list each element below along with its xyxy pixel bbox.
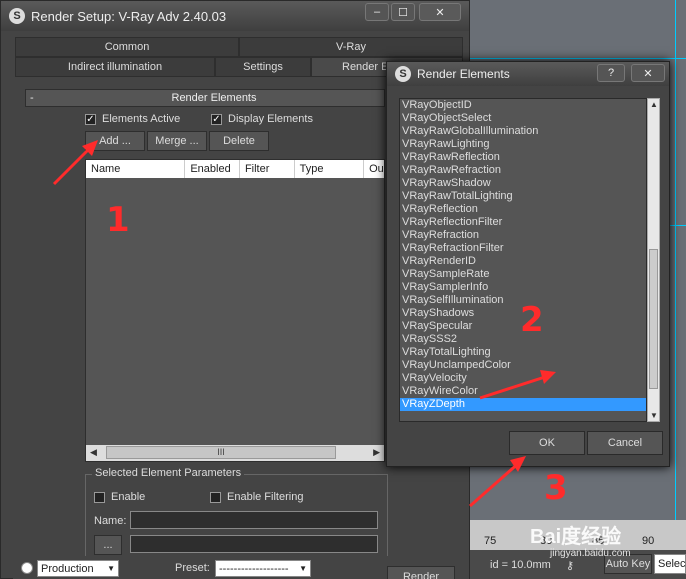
grid-size-readout: id = 10.0mm <box>490 559 551 571</box>
delete-button[interactable]: Delete <box>209 131 269 151</box>
list-item[interactable]: VRayVelocity <box>400 372 646 385</box>
preset-label: Preset: <box>175 562 210 574</box>
list-item[interactable]: VRayUnclampedColor <box>400 359 646 372</box>
enable-checkbox[interactable]: Enable <box>94 491 145 503</box>
render-bottom-bar: Production ▼ Preset: -------------------… <box>13 556 469 579</box>
key-icon: ⚷ <box>566 560 575 572</box>
chevron-down-icon: ▼ <box>299 564 307 573</box>
display-elements-checkbox[interactable]: ✓ Display Elements <box>211 113 313 125</box>
scroll-up-icon[interactable]: ▲ <box>650 100 658 109</box>
name-label: Name: <box>94 515 127 527</box>
dialog-titlebar[interactable]: S Render Elements ? ✕ <box>387 62 669 86</box>
ok-button[interactable]: OK <box>509 431 585 455</box>
production-value: Production <box>41 562 94 575</box>
add-button[interactable]: Add ... <box>85 131 145 151</box>
step-2-annotation: 2 <box>520 300 544 340</box>
step-1-annotation: 1 <box>106 200 130 240</box>
chevron-down-icon: ▼ <box>107 564 115 573</box>
column-type[interactable]: Type <box>295 160 365 178</box>
list-items: VRayObjectID VRayObjectSelect VRayRawGloba… <box>399 98 647 422</box>
list-item[interactable]: VRayWireColor <box>400 385 646 398</box>
dialog-close-button[interactable]: ✕ <box>631 64 665 82</box>
list-item[interactable]: VRaySampleRate <box>400 268 646 281</box>
help-button[interactable]: ? <box>597 64 625 82</box>
collapse-icon[interactable]: - <box>26 92 44 104</box>
list-item[interactable]: VRayRawLighting <box>400 138 646 151</box>
list-item[interactable]: VRayReflectionFilter <box>400 216 646 229</box>
render-elements-dialog: S Render Elements ? ✕ VRayObjectID VRayOb… <box>386 61 670 467</box>
list-item[interactable]: VRayRawReflection <box>400 151 646 164</box>
browse-button[interactable]: ... <box>94 535 122 555</box>
render-elements-list[interactable]: Name Enabled Filter Type Ou ◀ III ▶ <box>85 159 385 462</box>
list-item[interactable]: VRayReflection <box>400 203 646 216</box>
ruler-tick: 90 <box>642 535 655 547</box>
column-enabled[interactable]: Enabled <box>185 160 240 178</box>
baidu-watermark: Bai度经验 <box>530 526 622 548</box>
list-item[interactable]: VRayRawTotalLighting <box>400 190 646 203</box>
render-setup-titlebar[interactable]: S Render Setup: V-Ray Adv 2.40.03 – ☐ ✕ <box>1 1 469 31</box>
dialog-title: Render Elements <box>417 67 510 81</box>
checkmark-icon: ✓ <box>211 113 222 125</box>
column-output[interactable]: Ou <box>364 160 384 178</box>
minimize-button[interactable]: – <box>365 3 389 21</box>
tab-settings[interactable]: Settings <box>215 57 311 77</box>
list-item[interactable]: VRayTotalLighting <box>400 346 646 359</box>
preset-value: ------------------- <box>219 562 289 575</box>
tab-common[interactable]: Common <box>15 37 239 57</box>
column-name[interactable]: Name <box>86 160 186 178</box>
list-item[interactable]: VRayRefractionFilter <box>400 242 646 255</box>
scroll-left-icon[interactable]: ◀ <box>90 447 97 458</box>
watermark-url: jingyan.baidu.com <box>550 548 631 559</box>
list-item[interactable]: VRayRawGlobalIllumination <box>400 125 646 138</box>
list-item[interactable]: VRayObjectID <box>400 99 646 112</box>
group-title: Selected Element Parameters <box>92 467 245 479</box>
enable-label: Enable <box>111 491 146 503</box>
tab-vray[interactable]: V-Ray <box>239 37 463 57</box>
vertical-scrollbar[interactable]: ▲ ▼ <box>647 98 660 422</box>
rollout-title: Render Elements <box>171 92 257 104</box>
list-header: Name Enabled Filter Type Ou <box>86 160 384 178</box>
list-item[interactable]: VRayObjectSelect <box>400 112 646 125</box>
elements-active-checkbox[interactable]: ✓ Elements Active <box>85 113 180 125</box>
scroll-thumb[interactable] <box>649 249 658 389</box>
name-field[interactable] <box>130 511 378 529</box>
ruler-tick: 75 <box>484 535 497 547</box>
preset-dropdown[interactable]: ------------------- ▼ <box>215 560 311 577</box>
app-icon: S <box>395 66 411 82</box>
list-item[interactable]: VRayRenderID <box>400 255 646 268</box>
scroll-down-icon[interactable]: ▼ <box>650 411 658 420</box>
horizontal-scrollbar[interactable]: ◀ III ▶ <box>86 445 384 461</box>
list-item[interactable]: VRayRawRefraction <box>400 164 646 177</box>
merge-button[interactable]: Merge ... <box>147 131 207 151</box>
checkbox-box <box>94 491 105 503</box>
checkbox-box <box>210 491 221 503</box>
render-elements-rollout-header[interactable]: - Render Elements <box>25 89 385 107</box>
cancel-button[interactable]: Cancel <box>587 431 663 455</box>
display-elements-label: Display Elements <box>228 113 313 125</box>
enable-filtering-label: Enable Filtering <box>227 491 304 503</box>
tab-indirect-illumination[interactable]: Indirect illumination <box>15 57 215 77</box>
maximize-button[interactable]: ☐ <box>391 3 415 21</box>
close-button[interactable]: ✕ <box>419 3 461 21</box>
list-item[interactable]: VRayZDepth <box>400 398 646 411</box>
app-icon: S <box>9 8 25 24</box>
scroll-right-icon[interactable]: ▶ <box>373 447 380 458</box>
list-item[interactable]: VRayRefraction <box>400 229 646 242</box>
output-path-field[interactable] <box>130 535 378 553</box>
element-type-list[interactable]: VRayObjectID VRayObjectSelect VRayRawGloba… <box>399 98 661 422</box>
production-radio[interactable] <box>21 562 33 574</box>
step-3-annotation: 3 <box>544 468 568 508</box>
production-dropdown[interactable]: Production ▼ <box>37 560 119 577</box>
render-button[interactable]: Render <box>387 566 455 579</box>
scroll-thumb[interactable]: III <box>106 446 336 459</box>
enable-filtering-checkbox[interactable]: Enable Filtering <box>210 491 303 503</box>
elements-active-label: Elements Active <box>102 113 181 125</box>
column-filter[interactable]: Filter <box>240 160 295 178</box>
checkmark-icon: ✓ <box>85 113 96 125</box>
window-title: Render Setup: V-Ray Adv 2.40.03 <box>31 8 227 24</box>
selection-dropdown[interactable]: Selec <box>654 554 686 574</box>
list-item[interactable]: VRaySamplerInfo <box>400 281 646 294</box>
list-item[interactable]: VRayRawShadow <box>400 177 646 190</box>
